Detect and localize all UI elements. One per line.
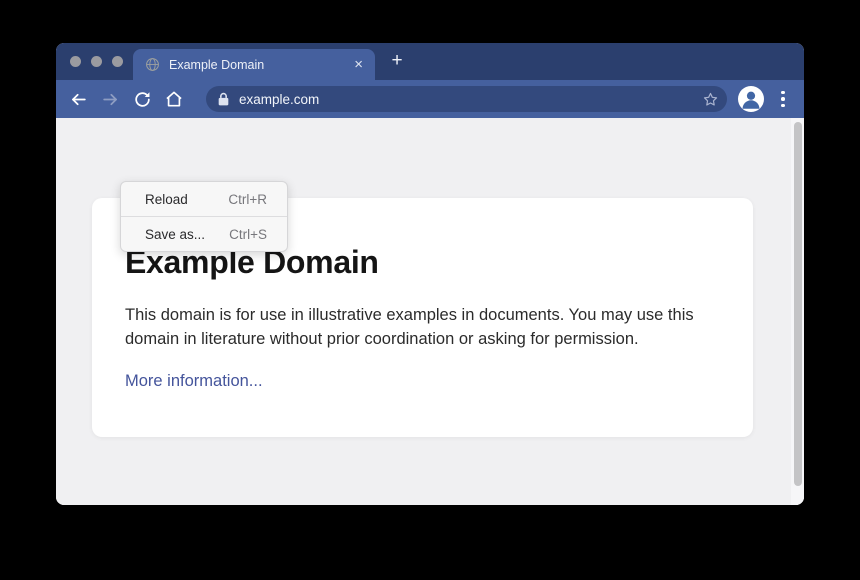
new-tab-button[interactable]: + bbox=[386, 48, 408, 74]
page-viewport: Example Domain This domain is for use in… bbox=[56, 118, 804, 505]
overflow-menu-icon bbox=[781, 91, 785, 95]
tab-strip: Example Domain × + bbox=[56, 43, 804, 80]
tab-example-domain[interactable]: Example Domain × bbox=[133, 49, 375, 80]
tab-close-icon[interactable]: × bbox=[352, 57, 365, 72]
more-information-link[interactable]: More information... bbox=[125, 372, 263, 391]
browser-window: Example Domain × + bbox=[56, 43, 804, 505]
context-menu-item-reload[interactable]: Reload Ctrl+R bbox=[121, 182, 287, 216]
bookmark-star-button[interactable] bbox=[701, 90, 719, 108]
address-bar[interactable]: example.com bbox=[206, 86, 727, 112]
forward-button[interactable] bbox=[98, 87, 122, 111]
menu-item-shortcut: Ctrl+S bbox=[229, 227, 267, 242]
scrollbar-track[interactable] bbox=[791, 118, 804, 505]
lock-icon[interactable] bbox=[217, 92, 230, 107]
browser-toolbar: example.com bbox=[56, 80, 804, 118]
reload-button[interactable] bbox=[130, 87, 154, 111]
page-body-text: This domain is for use in illustrative e… bbox=[125, 304, 713, 352]
profile-avatar-button[interactable] bbox=[738, 86, 764, 112]
back-arrow-icon bbox=[69, 90, 88, 109]
avatar-person-icon bbox=[738, 86, 764, 112]
window-minimize-button[interactable] bbox=[91, 56, 102, 67]
reload-icon bbox=[133, 90, 152, 109]
context-menu-item-save-as[interactable]: Save as... Ctrl+S bbox=[121, 217, 287, 251]
menu-item-label: Reload bbox=[145, 192, 188, 207]
forward-arrow-icon bbox=[101, 90, 120, 109]
star-icon bbox=[702, 91, 719, 108]
window-close-button[interactable] bbox=[70, 56, 81, 67]
globe-favicon-icon bbox=[145, 57, 160, 72]
context-menu: Reload Ctrl+R Save as... Ctrl+S bbox=[120, 181, 288, 252]
home-icon bbox=[164, 89, 184, 109]
window-controls bbox=[70, 56, 123, 67]
back-button[interactable] bbox=[66, 87, 90, 111]
browser-menu-button[interactable] bbox=[774, 87, 792, 111]
scrollbar-thumb[interactable] bbox=[794, 122, 802, 486]
url-text: example.com bbox=[239, 92, 701, 107]
tab-title: Example Domain bbox=[169, 58, 352, 72]
menu-item-shortcut: Ctrl+R bbox=[228, 192, 267, 207]
home-button[interactable] bbox=[162, 87, 186, 111]
menu-item-label: Save as... bbox=[145, 227, 205, 242]
window-fullscreen-button[interactable] bbox=[112, 56, 123, 67]
